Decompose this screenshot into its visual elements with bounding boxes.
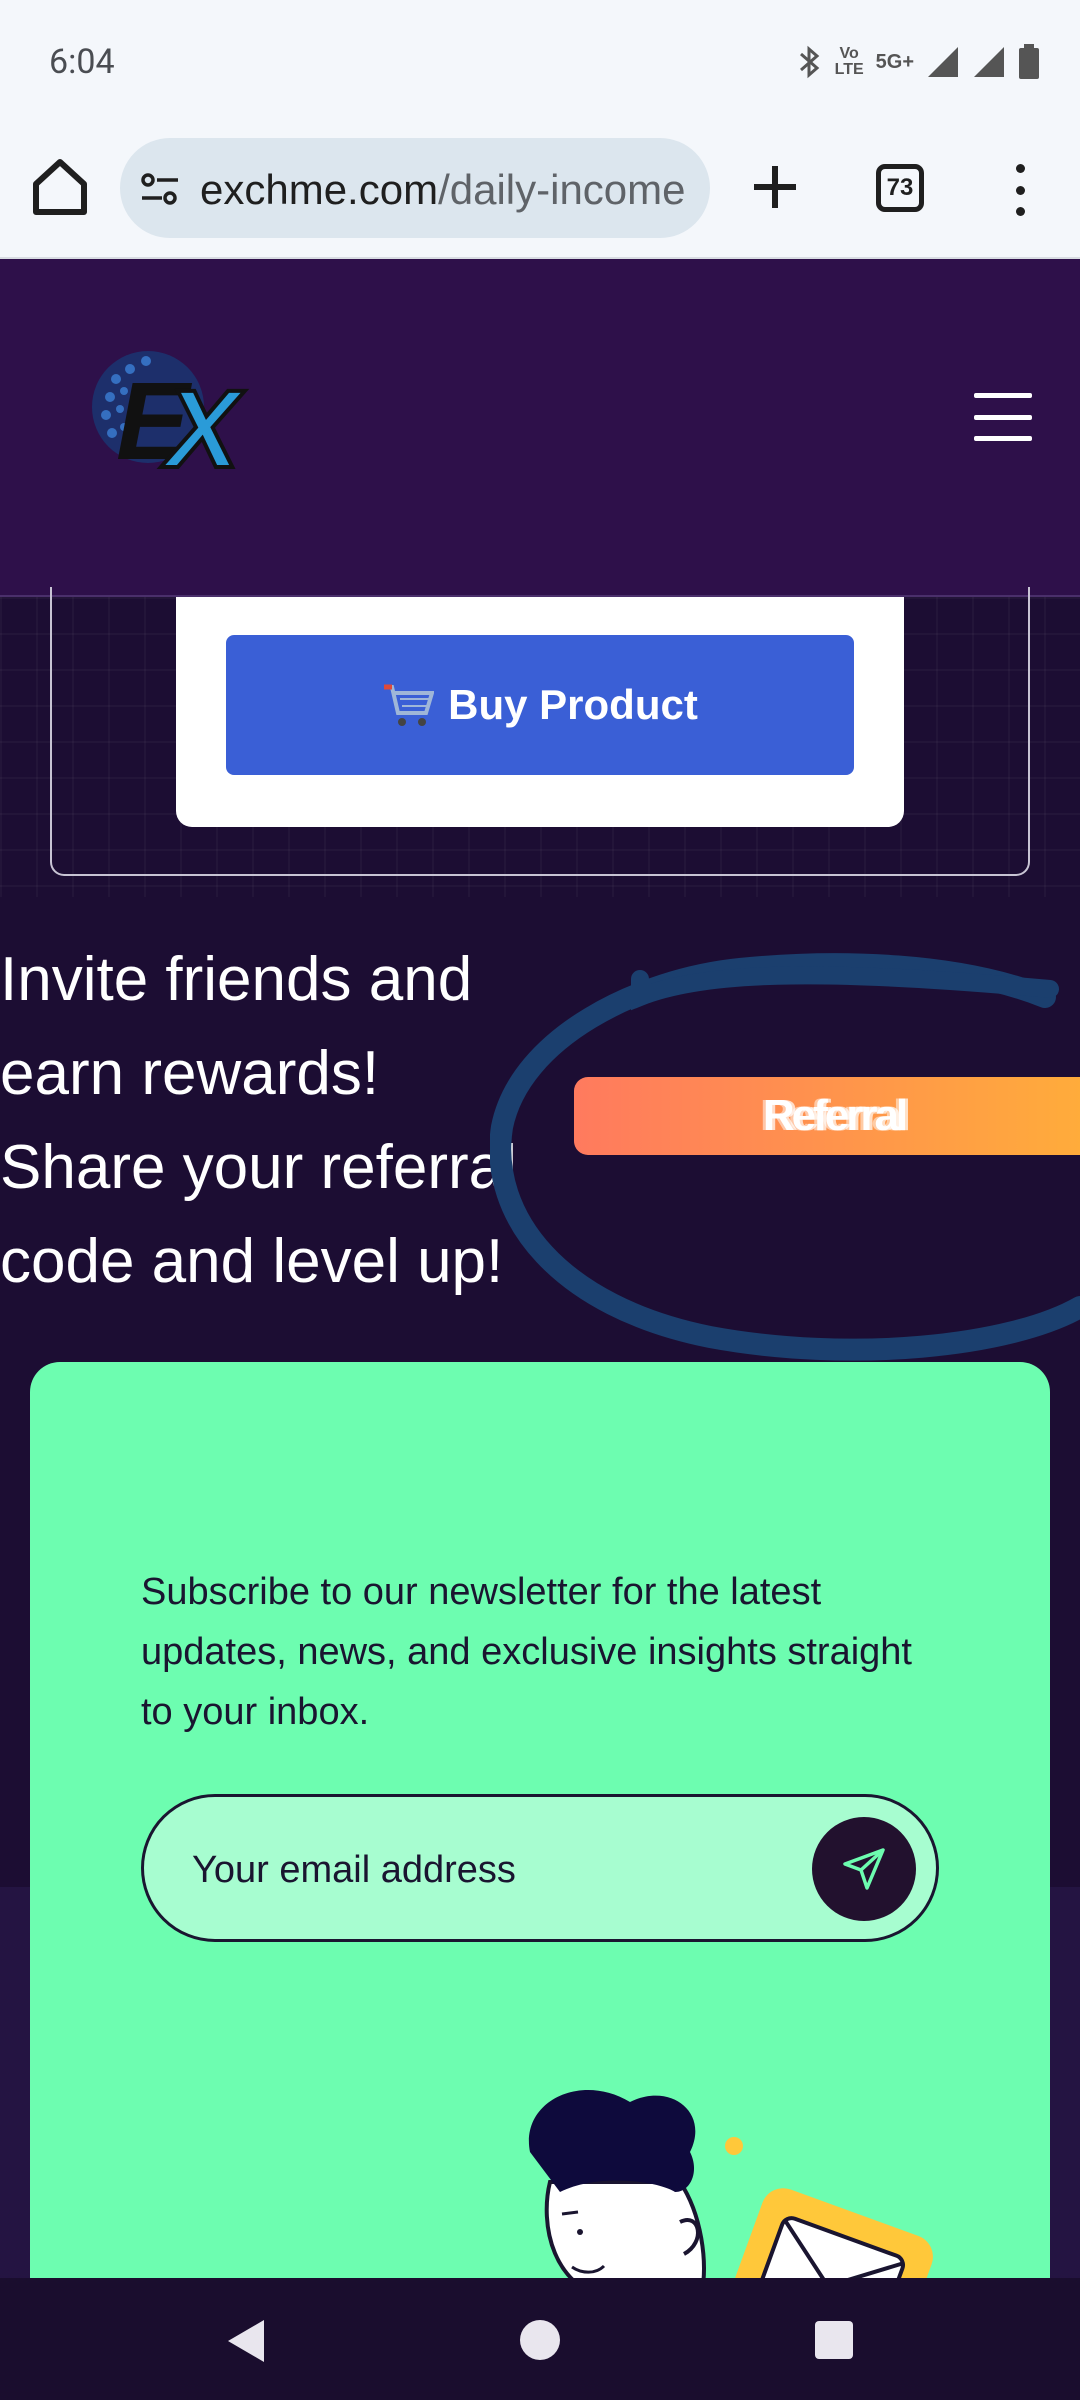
- buy-product-button[interactable]: Buy Product: [226, 635, 854, 775]
- cart-icon: [384, 684, 435, 726]
- battery-icon: [1019, 44, 1039, 79]
- referral-badge[interactable]: Referral: [574, 1077, 1080, 1155]
- address-bar[interactable]: exchme.com/daily-income: [120, 138, 710, 238]
- site-settings-icon[interactable]: [140, 172, 180, 206]
- recents-icon[interactable]: [815, 2321, 853, 2359]
- logo[interactable]: E X: [86, 339, 256, 489]
- send-icon: [843, 1848, 885, 1890]
- newsletter-illustration: [528, 2090, 933, 2282]
- tabs-icon[interactable]: 73: [876, 164, 924, 212]
- home-nav-icon[interactable]: [520, 2320, 560, 2360]
- browser-toolbar: exchme.com/daily-income 73: [0, 124, 1080, 259]
- back-icon[interactable]: [224, 2318, 268, 2364]
- invite-text: Invite friends and earn rewards! Share y…: [0, 945, 517, 1296]
- url-text[interactable]: exchme.com/daily-income: [200, 166, 700, 214]
- status-bar: 6:04 Vo LTE 5G+: [0, 0, 1080, 124]
- status-icons: Vo LTE 5G+: [797, 40, 1040, 84]
- volte-icon: Vo LTE: [834, 45, 864, 78]
- email-form: [141, 1794, 939, 1942]
- buy-product-label: Buy Product: [448, 681, 698, 728]
- new-tab-icon[interactable]: [748, 160, 802, 214]
- email-input[interactable]: [192, 1835, 772, 1905]
- signal-icon: [974, 47, 1004, 77]
- svg-text:X: X: [160, 368, 245, 489]
- product-card: Buy Product: [176, 597, 904, 827]
- tab-count: 73: [886, 174, 914, 201]
- signal-icon: [928, 47, 958, 77]
- url-path: /daily-income: [438, 166, 686, 213]
- home-icon[interactable]: [30, 154, 90, 220]
- product-section: Buy Product: [0, 587, 1080, 897]
- hamburger-menu-icon[interactable]: [974, 393, 1032, 441]
- more-icon[interactable]: [1000, 160, 1040, 220]
- referral-label: Referral: [762, 1091, 908, 1140]
- status-time: 6:04: [49, 42, 115, 82]
- url-domain: exchme.com: [200, 166, 439, 213]
- newsletter-text: Subscribe to our newsletter for the late…: [141, 1571, 912, 1733]
- site-header: E X: [0, 259, 1080, 597]
- newsletter-card: Subscribe to our newsletter for the late…: [30, 1362, 1050, 2282]
- network-5g-label: 5G+: [875, 50, 914, 73]
- invite-section: Invite friends and earn rewards! Share y…: [0, 897, 1080, 1377]
- system-nav-bar: [0, 2278, 1080, 2400]
- bluetooth-icon: [799, 45, 819, 79]
- send-button[interactable]: [812, 1817, 916, 1921]
